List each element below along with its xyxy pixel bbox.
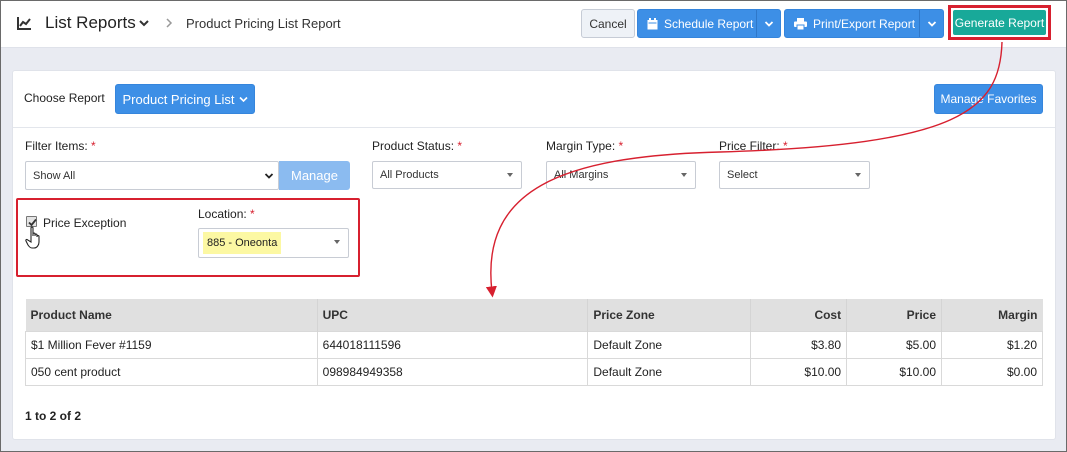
manage-button[interactable]: Manage: [279, 161, 350, 190]
location-value: 885 - Oneonta: [203, 232, 282, 254]
chevron-right-icon: [166, 18, 173, 28]
location-label: Location: *: [198, 207, 255, 221]
chevron-down-icon[interactable]: [138, 17, 150, 29]
table-cell: $5.00: [846, 330, 943, 359]
margin-type-label: Margin Type: *: [546, 139, 624, 153]
table-cell: Default Zone: [587, 357, 752, 386]
pagination-summary: 1 to 2 of 2: [25, 409, 82, 423]
column-header[interactable]: Cost: [750, 299, 848, 331]
location-select[interactable]: 885 - Oneonta: [198, 228, 349, 258]
table-cell: 098984949358: [316, 357, 589, 386]
generate-report-button[interactable]: Generate Report: [953, 10, 1046, 35]
price-filter-label: Price Filter: *: [719, 139, 788, 153]
schedule-dropdown-toggle[interactable]: [756, 10, 780, 37]
schedule-report-label: Schedule Report: [664, 16, 754, 31]
margin-type-value: All Margins: [554, 169, 609, 181]
table-cell: $10.00: [846, 357, 943, 386]
print-dropdown-toggle[interactable]: [919, 10, 943, 37]
hand-cursor-icon: [25, 226, 40, 249]
manage-favorites-button[interactable]: Manage Favorites: [934, 84, 1043, 114]
chevron-down-icon: [238, 96, 248, 102]
caret-down-icon: [681, 173, 687, 177]
table-cell: $0.00: [941, 357, 1043, 386]
divider: [13, 127, 1055, 128]
table-header-row: Product Name UPC Price Zone Cost Price M…: [25, 299, 1043, 331]
table-cell: $3.80: [750, 330, 848, 359]
report-table: Product Name UPC Price Zone Cost Price M…: [25, 299, 1043, 386]
product-status-label: Product Status: *: [372, 139, 463, 153]
top-bar: List Reports Product Pricing List Report…: [0, 0, 1067, 48]
printer-icon: [794, 17, 807, 30]
column-header[interactable]: Margin: [941, 299, 1043, 331]
product-status-value: All Products: [380, 169, 439, 181]
table-row[interactable]: $1 Million Fever #1159 644018111596 Defa…: [25, 330, 1043, 359]
print-export-label: Print/Export Report: [813, 16, 916, 31]
price-exception-label: Price Exception: [43, 216, 127, 230]
table-cell: $1 Million Fever #1159: [25, 330, 318, 359]
caret-down-icon: [507, 173, 513, 177]
price-filter-value: Select: [727, 169, 758, 181]
product-status-select[interactable]: All Products: [372, 161, 522, 189]
app-title: List Reports: [45, 13, 136, 32]
table-cell: 050 cent product: [25, 357, 318, 386]
chevron-down-icon: [927, 20, 936, 27]
filter-items-label: Filter Items: *: [25, 139, 96, 153]
generate-report-highlight: Generate Report: [948, 5, 1051, 40]
table-cell: 644018111596: [316, 330, 589, 359]
table-cell: $10.00: [750, 357, 848, 386]
table-cell: Default Zone: [587, 330, 752, 359]
choose-report-label: Choose Report: [24, 91, 105, 105]
breadcrumb: Product Pricing List Report: [186, 16, 341, 31]
choose-report-dropdown[interactable]: Product Pricing List: [115, 84, 255, 114]
margin-type-select[interactable]: All Margins: [546, 161, 696, 189]
calendar-icon: [647, 17, 658, 29]
table-cell: $1.20: [941, 330, 1043, 359]
print-export-button[interactable]: Print/Export Report: [784, 9, 944, 38]
filter-items-select[interactable]: Show All: [25, 161, 279, 190]
line-chart-icon: [17, 17, 31, 30]
column-header[interactable]: Product Name: [25, 299, 318, 331]
column-header[interactable]: Price: [846, 299, 943, 331]
column-header[interactable]: Price Zone: [587, 299, 752, 331]
cancel-button[interactable]: Cancel: [581, 9, 635, 38]
price-filter-select[interactable]: Select: [719, 161, 870, 189]
chevron-down-icon: [264, 173, 274, 179]
selected-report-label: Product Pricing List: [122, 91, 235, 107]
filter-items-value: Show All: [33, 169, 76, 182]
caret-down-icon: [334, 240, 340, 244]
table-row[interactable]: 050 cent product 098984949358 Default Zo…: [25, 357, 1043, 386]
column-header[interactable]: UPC: [317, 299, 589, 331]
caret-down-icon: [855, 173, 861, 177]
schedule-report-button[interactable]: Schedule Report: [637, 9, 781, 38]
chevron-down-icon: [764, 20, 773, 27]
